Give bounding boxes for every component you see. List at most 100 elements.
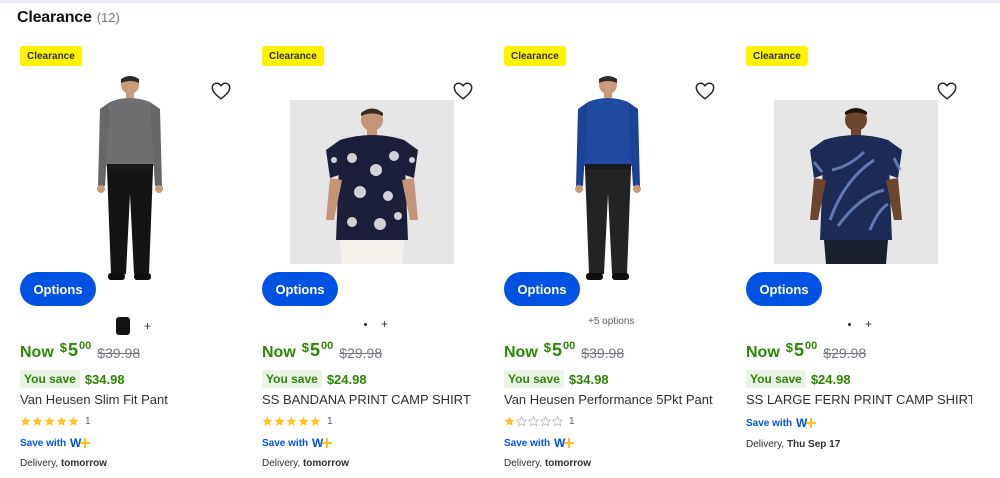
clearance-badge: Clearance bbox=[746, 46, 808, 66]
star-rating bbox=[262, 416, 321, 427]
delivery-info: Delivery, tomorrow bbox=[20, 458, 107, 469]
star-filled-icon bbox=[286, 416, 297, 426]
current-price: $ 5 00 bbox=[544, 340, 576, 361]
price-dollars: 5 bbox=[794, 340, 805, 360]
options-button[interactable]: Options bbox=[504, 272, 580, 306]
rating-count: 1 bbox=[569, 416, 575, 427]
save-with-label: Save with bbox=[746, 417, 793, 429]
star-filled-icon bbox=[56, 416, 67, 426]
heart-icon[interactable] bbox=[936, 80, 958, 102]
walmart-plus-logo: W bbox=[554, 436, 575, 450]
star-empty-icon bbox=[540, 416, 551, 427]
options-button[interactable]: Options bbox=[20, 272, 96, 306]
heart-icon[interactable] bbox=[694, 80, 716, 102]
color-swatch[interactable] bbox=[116, 317, 130, 335]
product-image[interactable] bbox=[774, 100, 938, 264]
star-empty-icon bbox=[528, 416, 539, 427]
star-filled-icon bbox=[32, 416, 43, 426]
product-card[interactable]: Clearance Options + Now $ 5 00 $29.98 Yo… bbox=[744, 44, 972, 474]
rating-count: 1 bbox=[327, 416, 333, 427]
star-filled-icon bbox=[310, 416, 321, 426]
swatch-row: + bbox=[116, 317, 151, 335]
current-price: $ 5 00 bbox=[786, 340, 818, 361]
now-label: Now bbox=[746, 344, 780, 361]
savings-row: You save $34.98 bbox=[504, 370, 609, 388]
product-card[interactable]: Clearance Options + Now $ 5 00 $29.98 Yo… bbox=[260, 44, 488, 474]
options-button[interactable]: Options bbox=[262, 272, 338, 306]
top-divider bbox=[0, 0, 1000, 3]
product-card[interactable]: Clearance Options + Now $ 5 00 $39.98 Yo… bbox=[18, 44, 246, 474]
more-swatches-plus[interactable]: + bbox=[865, 317, 872, 331]
walmart-plus-logo: W bbox=[312, 436, 333, 450]
delivery-label: Delivery, bbox=[504, 458, 543, 469]
more-options-link[interactable]: +5 options bbox=[588, 316, 634, 327]
star-filled-icon bbox=[274, 416, 285, 426]
product-title[interactable]: Van Heusen Performance 5Pkt Pant bbox=[504, 392, 730, 407]
rating-count: 1 bbox=[85, 416, 91, 427]
savings-row: You save $24.98 bbox=[262, 370, 367, 388]
star-empty-icon bbox=[516, 416, 527, 427]
product-title[interactable]: Van Heusen Slim Fit Pant bbox=[20, 392, 246, 407]
price-cents: 00 bbox=[563, 340, 576, 352]
delivery-label: Delivery, bbox=[262, 458, 301, 469]
rating-row: 1 bbox=[504, 416, 575, 427]
currency-symbol: $ bbox=[543, 340, 552, 355]
rating-row: 1 bbox=[262, 416, 333, 427]
star-filled-icon bbox=[262, 416, 273, 426]
more-swatches-plus[interactable]: + bbox=[381, 317, 388, 331]
save-with-label: Save with bbox=[262, 437, 309, 449]
section-header: Clearance (12) bbox=[17, 9, 120, 27]
delivery-label: Delivery, bbox=[20, 458, 59, 469]
clearance-badge: Clearance bbox=[20, 46, 82, 66]
save-with-label: Save with bbox=[504, 437, 551, 449]
section-count: (12) bbox=[96, 10, 120, 25]
walmart-plus-row: Save with W bbox=[746, 416, 817, 430]
clearance-badge: Clearance bbox=[504, 46, 566, 66]
currency-symbol: $ bbox=[785, 340, 794, 355]
walmart-plus-row: Save with W bbox=[20, 436, 91, 450]
swatch-row: + bbox=[848, 317, 872, 331]
star-filled-icon bbox=[20, 416, 31, 426]
was-price: $29.98 bbox=[339, 345, 383, 361]
delivery-day: tomorrow bbox=[544, 458, 592, 469]
save-with-label: Save with bbox=[20, 437, 67, 449]
currency-symbol: $ bbox=[59, 340, 68, 355]
current-price: $ 5 00 bbox=[302, 340, 334, 361]
rating-row: 1 bbox=[20, 416, 91, 427]
price-row: Now $ 5 00 $39.98 bbox=[20, 340, 140, 362]
price-dollars: 5 bbox=[310, 340, 321, 360]
price-dollars: 5 bbox=[68, 340, 79, 360]
product-card[interactable]: Clearance Options +5 options Now $ 5 00 … bbox=[502, 44, 730, 474]
savings-row: You save $34.98 bbox=[20, 370, 125, 388]
star-filled-icon bbox=[504, 416, 515, 426]
heart-icon[interactable] bbox=[210, 80, 232, 102]
clearance-badge: Clearance bbox=[262, 46, 324, 66]
price-cents: 00 bbox=[79, 340, 92, 352]
currency-symbol: $ bbox=[301, 340, 310, 355]
you-save-label: You save bbox=[504, 370, 564, 388]
color-swatch[interactable] bbox=[364, 322, 367, 326]
save-amount: $34.98 bbox=[568, 371, 609, 387]
was-price: $39.98 bbox=[581, 345, 625, 361]
price-row: Now $ 5 00 $29.98 bbox=[746, 340, 867, 362]
options-button[interactable]: Options bbox=[746, 272, 822, 306]
color-swatch[interactable] bbox=[848, 322, 851, 326]
price-cents: 00 bbox=[321, 340, 334, 352]
delivery-info: Delivery, Thu Sep 17 bbox=[746, 439, 840, 450]
product-title[interactable]: SS LARGE FERN PRINT CAMP SHIRT bbox=[746, 392, 972, 407]
product-image[interactable] bbox=[88, 74, 178, 289]
product-image[interactable] bbox=[290, 100, 454, 264]
price-cents: 00 bbox=[805, 340, 818, 352]
star-filled-icon bbox=[298, 416, 309, 426]
save-amount: $24.98 bbox=[810, 371, 851, 387]
heart-icon[interactable] bbox=[452, 80, 474, 102]
was-price: $29.98 bbox=[823, 345, 867, 361]
you-save-label: You save bbox=[746, 370, 806, 388]
more-swatches-plus[interactable]: + bbox=[144, 319, 151, 333]
you-save-label: You save bbox=[20, 370, 80, 388]
price-row: Now $ 5 00 $29.98 bbox=[262, 340, 383, 362]
product-image[interactable] bbox=[566, 74, 656, 289]
delivery-label: Delivery, bbox=[746, 439, 785, 450]
product-title[interactable]: SS BANDANA PRINT CAMP SHIRT bbox=[262, 392, 488, 407]
now-label: Now bbox=[20, 344, 54, 361]
